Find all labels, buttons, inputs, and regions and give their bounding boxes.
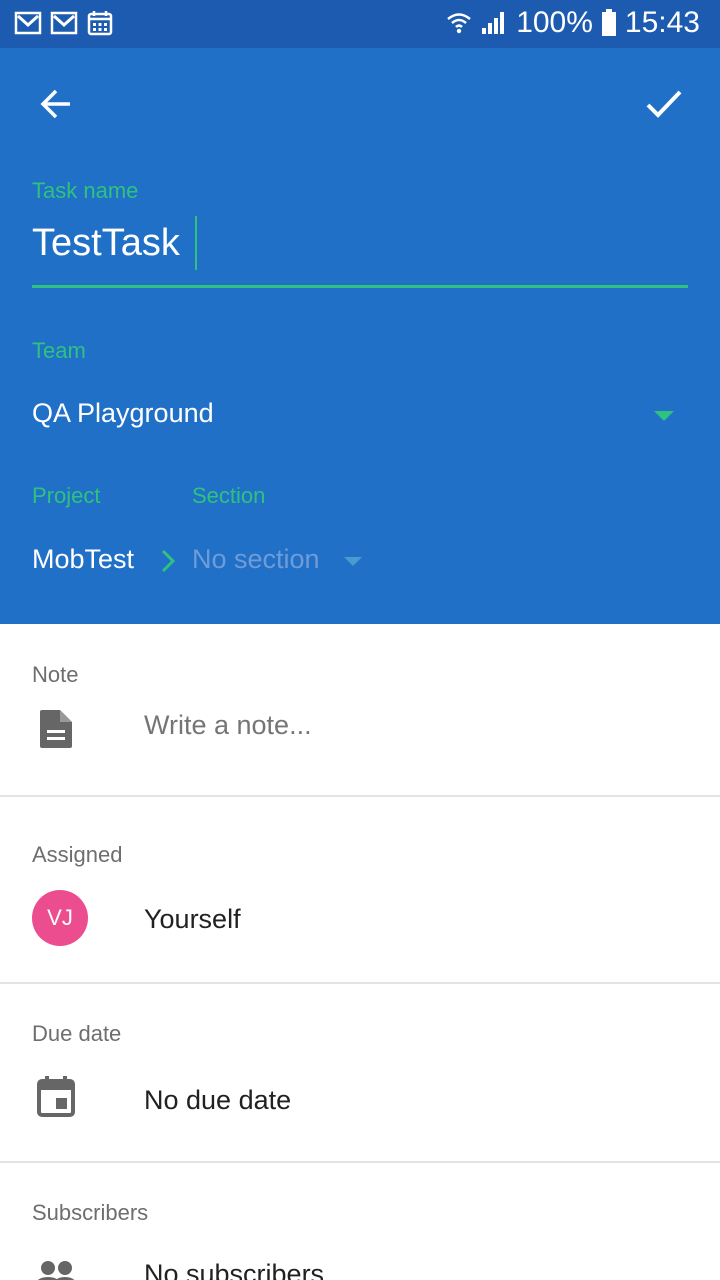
gmail-icon: [50, 11, 78, 35]
people-icon: [37, 1261, 75, 1280]
section-label: Section: [192, 483, 266, 508]
task-name-label: Task name: [32, 178, 139, 203]
note-section: Note Write a note...: [0, 624, 720, 796]
avatar: VJ: [32, 890, 88, 946]
assignee-value: Yourself: [144, 904, 241, 934]
clock: 15:43: [624, 6, 700, 39]
notification-icons: [14, 10, 114, 36]
task-form-header: Task name Team QA Playground Project Sec…: [0, 48, 720, 624]
text-cursor: [195, 216, 197, 270]
section-value: No section: [192, 544, 320, 574]
assigned-section[interactable]: Assigned VJ Yourself: [0, 797, 720, 982]
signal-icon: [482, 12, 505, 34]
subscribers-value: No subscribers: [144, 1259, 325, 1280]
back-button[interactable]: [32, 80, 80, 128]
due-date-label: Due date: [32, 1021, 122, 1046]
battery-percentage: 100%: [516, 6, 593, 39]
document-icon: [40, 710, 72, 748]
team-value: QA Playground: [32, 398, 214, 428]
project-value[interactable]: MobTest: [32, 544, 134, 575]
calendar-icon: [87, 11, 113, 36]
calendar-icon: [37, 1076, 75, 1117]
task-name-underline: [32, 285, 688, 288]
status-bar: 100% 15:43: [0, 0, 720, 48]
system-status: 100% 15:43: [446, 6, 700, 40]
due-date-value: No due date: [144, 1085, 292, 1115]
due-date-section[interactable]: Due date No due date: [0, 984, 720, 1161]
subscribers-section[interactable]: Subscribers No subscribers: [0, 1163, 720, 1280]
chevron-right-icon: [161, 549, 176, 573]
save-button[interactable]: [640, 80, 688, 128]
chevron-down-icon: [654, 411, 674, 421]
battery-icon: [601, 9, 616, 36]
note-input[interactable]: Write a note...: [144, 710, 312, 741]
arrow-back-icon: [40, 89, 70, 119]
task-name-input[interactable]: [32, 218, 688, 268]
wifi-icon: [447, 13, 471, 34]
assigned-label: Assigned: [32, 842, 123, 867]
section-dropdown[interactable]: No section: [186, 528, 386, 594]
chevron-down-icon: [344, 557, 362, 566]
gmail-icon: [14, 11, 42, 35]
team-label: Team: [32, 338, 86, 363]
team-dropdown[interactable]: QA Playground: [0, 378, 720, 454]
project-label: Project: [32, 483, 101, 508]
check-icon: [646, 90, 682, 118]
note-label: Note: [32, 662, 79, 687]
subscribers-label: Subscribers: [32, 1200, 149, 1225]
